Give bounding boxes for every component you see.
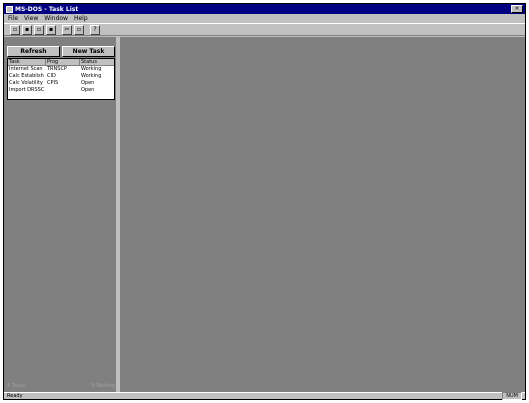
task-panel: Refresh New Task Task Prog Status Intern…: [4, 37, 118, 392]
task-panel-buttons: Refresh New Task: [7, 46, 115, 57]
refresh-button[interactable]: Refresh: [7, 46, 60, 57]
task-list-header: Task Prog Status: [8, 59, 114, 66]
task-prog: [46, 87, 80, 94]
column-header-prog[interactable]: Prog: [46, 59, 80, 65]
task-status: Working: [81, 73, 102, 79]
column-header-status[interactable]: Status: [80, 59, 114, 65]
menu-bar: File View Window Help: [4, 14, 525, 23]
task-name: Import DRSSC: [9, 87, 45, 93]
task-prog: TRNSCP: [47, 66, 67, 72]
table-row[interactable]: Internet Scan TRNSCP Working: [8, 66, 114, 73]
copy-icon[interactable]: ▫: [74, 24, 84, 35]
task-status: Working: [81, 66, 102, 72]
window-title: MS-DOS - Task List: [15, 5, 79, 13]
cut-icon[interactable]: ✂: [62, 24, 72, 35]
menu-help[interactable]: Help: [74, 15, 88, 22]
new-task-button[interactable]: New Task: [62, 46, 115, 57]
workspace-area[interactable]: [120, 37, 525, 392]
task-name: Calc Volatility: [9, 80, 43, 86]
menu-file[interactable]: File: [8, 15, 18, 22]
task-prog: CID: [47, 73, 56, 79]
task-prog: CPIS: [47, 80, 59, 86]
title-bar[interactable]: MS-DOS - Task List ×: [4, 4, 525, 14]
app-icon[interactable]: [6, 5, 13, 13]
task-name: Internet Scan: [9, 66, 43, 72]
table-row[interactable]: Calc Volatility CPIS Open: [8, 80, 114, 87]
waiting-count-label: 0 Waiting: [91, 383, 115, 389]
num-lock-indicator: NUM: [502, 392, 522, 400]
menu-view[interactable]: View: [24, 15, 38, 22]
task-panel-footer: 4 Tasks 0 Waiting: [7, 383, 115, 390]
toolbar: ▫ ▪ ▫ ▪ ✂ ▫ ?: [4, 23, 525, 36]
app-window: MS-DOS - Task List × File View Window He…: [3, 3, 526, 400]
new-icon[interactable]: ▫: [10, 24, 20, 35]
task-name: Calc Establish: [9, 73, 44, 79]
table-row[interactable]: Import DRSSC Open: [8, 87, 114, 94]
close-button[interactable]: ×: [511, 5, 523, 13]
table-row[interactable]: Calc Establish CID Working: [8, 73, 114, 80]
open-icon[interactable]: ▪: [22, 24, 32, 35]
task-status: Open: [81, 87, 95, 93]
help-icon[interactable]: ?: [90, 24, 100, 35]
print-icon[interactable]: ▪: [46, 24, 56, 35]
task-count-label: 4 Tasks: [7, 383, 26, 389]
save-icon[interactable]: ▫: [34, 24, 44, 35]
status-bar: Ready NUM: [4, 392, 525, 400]
task-list[interactable]: Task Prog Status Internet Scan TRNSCP Wo…: [7, 58, 115, 100]
status-text: Ready: [7, 393, 23, 399]
column-header-task[interactable]: Task: [8, 59, 46, 65]
task-status: Open: [81, 80, 95, 86]
menu-window[interactable]: Window: [44, 15, 68, 22]
